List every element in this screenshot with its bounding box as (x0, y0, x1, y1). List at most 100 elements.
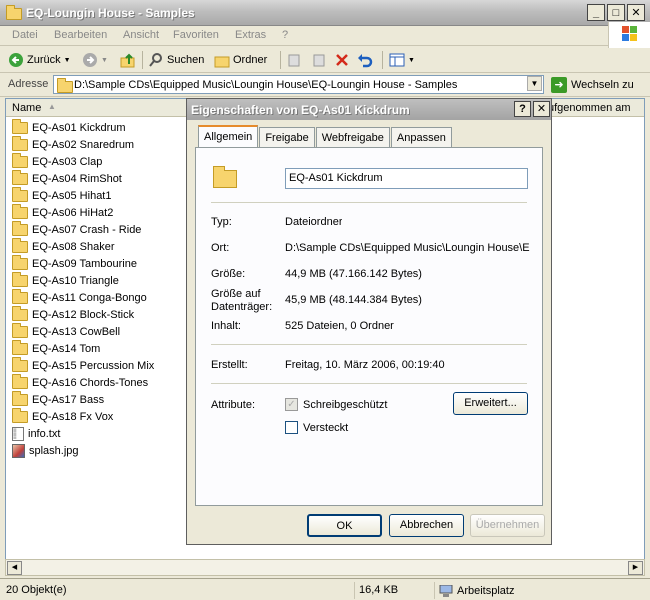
views-icon (389, 53, 405, 67)
status-bar: 20 Objekt(e) 16,4 KB Arbeitsplatz (0, 578, 650, 600)
views-button[interactable]: ▼ (389, 51, 415, 69)
list-item[interactable]: EQ-As07 Crash - Ride (12, 220, 154, 238)
list-item[interactable]: ≡ ≡ ≡ info.txt (12, 425, 154, 442)
search-button[interactable]: Suchen (148, 51, 204, 69)
toolbar: Zurück ▼ ▼ Suchen Ordner ▼ (0, 47, 650, 73)
folder-icon (12, 390, 28, 406)
file-items: EQ-As01 Kickdrum EQ-As02 Snaredrum EQ-As03… (12, 118, 154, 459)
search-label: Suchen (167, 54, 205, 66)
status-count: 20 Objekt(e) (6, 584, 67, 596)
tab-freigabe[interactable]: Freigabe (259, 127, 315, 147)
tab-anpassen[interactable]: Anpassen (390, 127, 452, 147)
folder-icon (6, 5, 22, 20)
list-item-label: EQ-As08 Shaker (32, 240, 115, 253)
folder-icon (12, 152, 28, 168)
text-file-icon: ≡ ≡ ≡ (12, 426, 24, 441)
help-button[interactable]: ? (514, 101, 531, 117)
up-folder-button[interactable] (120, 51, 136, 69)
list-item-label: EQ-As17 Bass (32, 393, 105, 406)
windows-logo (608, 22, 650, 48)
folder-icon (12, 203, 28, 219)
folder-icon (12, 271, 28, 287)
cancel-button[interactable]: Abbrechen (389, 514, 464, 537)
list-item[interactable]: EQ-As13 CowBell (12, 322, 154, 340)
list-item[interactable]: EQ-As09 Tambourine (12, 254, 154, 272)
advanced-button[interactable]: Erweitert... (453, 392, 528, 415)
menu-favoriten[interactable]: Favoriten (173, 29, 219, 41)
scroll-left-button[interactable]: ◀ (7, 561, 22, 575)
list-item[interactable]: EQ-As17 Bass (12, 390, 154, 408)
menubar: Datei Bearbeiten Ansicht Favoriten Extra… (0, 26, 650, 46)
list-item[interactable]: EQ-As03 Clap (12, 152, 154, 170)
created-label: Erstellt: (211, 359, 248, 371)
minimize-button[interactable]: _ (587, 4, 605, 21)
list-item[interactable]: EQ-As11 Conga-Bongo (12, 288, 154, 306)
content-label: Inhalt: (211, 320, 241, 332)
delete-button[interactable] (334, 51, 350, 69)
go-arrow-icon: ➜ (551, 77, 567, 93)
column-name-header[interactable]: Name (12, 102, 41, 114)
apply-button[interactable]: Übernehmen (470, 514, 545, 537)
list-item[interactable]: EQ-As12 Block-Stick (12, 305, 154, 323)
folder-icon (12, 135, 28, 151)
copy-to-button[interactable] (311, 51, 327, 69)
folder-icon (12, 322, 28, 338)
list-item-label: EQ-As03 Clap (32, 155, 103, 168)
list-item[interactable]: EQ-As10 Triangle (12, 271, 154, 289)
list-item[interactable]: EQ-As02 Snaredrum (12, 135, 154, 153)
list-item[interactable]: EQ-As15 Percussion Mix (12, 356, 154, 374)
address-path: D:\Sample CDs\Equipped Music\Loungin Hou… (74, 79, 458, 91)
address-input[interactable]: D:\Sample CDs\Equipped Music\Loungin Hou… (53, 75, 544, 94)
maximize-button[interactable]: □ (607, 4, 625, 21)
list-item[interactable]: EQ-As06 HiHat2 (12, 203, 154, 221)
status-size: 16,4 KB (354, 582, 432, 599)
folders-button[interactable]: Ordner (214, 51, 267, 69)
list-item[interactable]: EQ-As08 Shaker (12, 237, 154, 255)
go-button[interactable]: ➜ Wechseln zu (551, 77, 634, 93)
menu-help[interactable]: ? (282, 29, 288, 41)
list-item[interactable]: EQ-As14 Tom (12, 339, 154, 357)
menu-extras[interactable]: Extras (235, 29, 266, 41)
scroll-right-button[interactable]: ▶ (628, 561, 643, 575)
dialog-close-button[interactable]: ✕ (533, 101, 550, 117)
ok-button[interactable]: OK (307, 514, 382, 537)
dialog-tabs: Allgemein Freigabe Webfreigabe Anpassen (198, 125, 453, 147)
tab-allgemein[interactable]: Allgemein (198, 125, 259, 147)
list-item[interactable]: splash.jpg (12, 442, 154, 459)
window-titlebar[interactable]: EQ-Loungin House - Samples _ □ ✕ (0, 0, 650, 26)
folder-icon (12, 356, 28, 372)
list-item[interactable]: EQ-As18 Fx Vox (12, 407, 154, 425)
list-item[interactable]: EQ-As01 Kickdrum (12, 118, 154, 136)
folders-icon (214, 56, 230, 68)
close-button[interactable]: ✕ (627, 4, 645, 21)
list-item[interactable]: EQ-As16 Chords-Tones (12, 373, 154, 391)
menu-ansicht[interactable]: Ansicht (123, 29, 159, 41)
address-dropdown-button[interactable]: ▼ (527, 76, 542, 91)
status-location: Arbeitsplatz (434, 582, 648, 599)
list-item[interactable]: EQ-As04 RimShot (12, 169, 154, 187)
content-value: 525 Dateien, 0 Ordner (285, 320, 394, 332)
tab-webfreigabe[interactable]: Webfreigabe (315, 127, 390, 147)
hidden-checkbox[interactable]: Versteckt (285, 421, 348, 434)
folder-icon (213, 166, 237, 188)
folders-label: Ordner (233, 54, 268, 66)
checkmark-icon: ✓ (285, 398, 298, 411)
list-item[interactable]: EQ-As05 Hihat1 (12, 186, 154, 204)
menu-datei[interactable]: Datei (12, 29, 38, 41)
location-value: D:\Sample CDs\Equipped Music\Loungin Hou… (285, 242, 530, 254)
column-added-header[interactable]: ufgenommen am (548, 102, 631, 114)
list-item-label: splash.jpg (29, 444, 79, 457)
list-item-label: EQ-As11 Conga-Bongo (32, 291, 147, 304)
menu-bearbeiten[interactable]: Bearbeiten (54, 29, 107, 41)
forward-button[interactable]: ▼ (82, 51, 108, 69)
folder-icon (57, 78, 73, 93)
readonly-checkbox[interactable]: ✓ Schreibgeschützt (285, 398, 387, 411)
horizontal-scrollbar[interactable]: ◀ ▶ (5, 559, 645, 576)
undo-button[interactable] (357, 51, 373, 69)
back-button[interactable]: Zurück ▼ (8, 51, 71, 69)
move-to-button[interactable] (287, 51, 303, 69)
dialog-titlebar[interactable]: Eigenschaften von EQ-As01 Kickdrum ? ✕ (187, 99, 551, 120)
folder-name-input[interactable]: EQ-As01 Kickdrum (285, 168, 528, 189)
dialog-title: Eigenschaften von EQ-As01 Kickdrum (191, 103, 410, 117)
list-item-label: EQ-As12 Block-Stick (32, 308, 135, 321)
